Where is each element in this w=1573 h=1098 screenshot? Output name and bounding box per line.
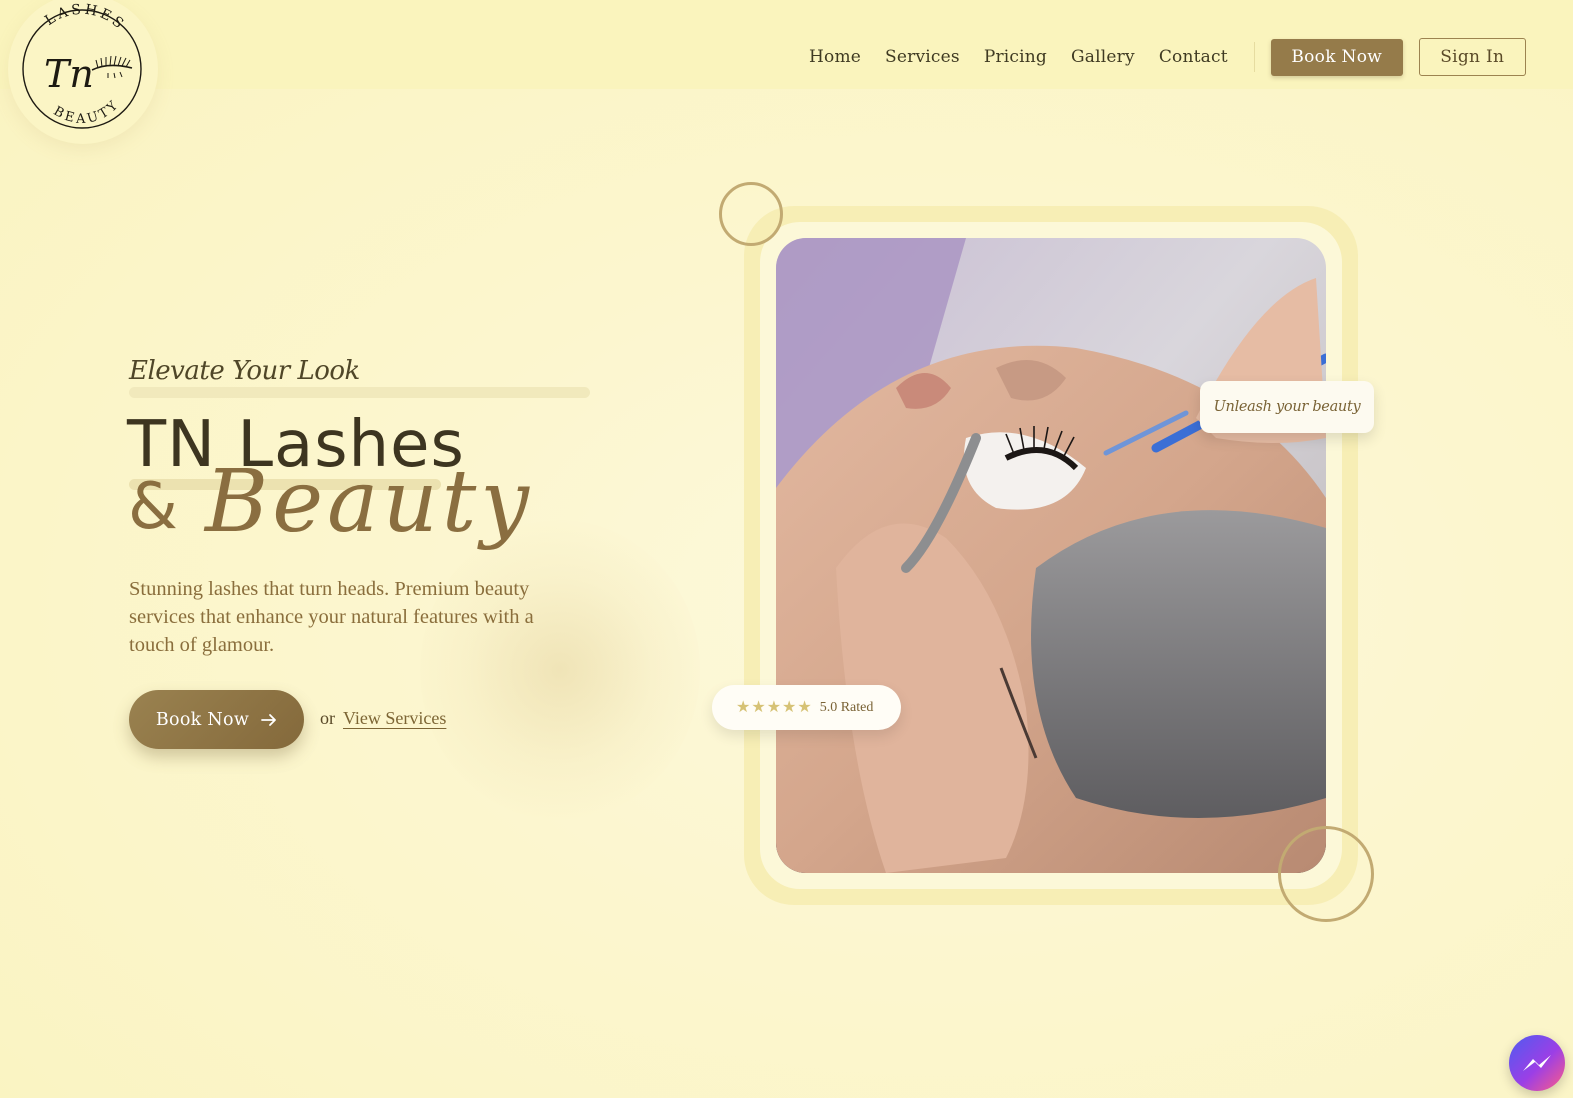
logo-emblem-icon: LASHES BEAUTY Tn bbox=[22, 2, 142, 129]
decorative-ring-bottom bbox=[1278, 826, 1374, 922]
logo-text-bottom: BEAUTY bbox=[51, 97, 123, 127]
rating-text: 5.0 Rated bbox=[819, 699, 874, 715]
messenger-chat-button[interactable] bbox=[1509, 1035, 1565, 1091]
nav-home[interactable]: Home bbox=[809, 47, 861, 67]
tagline-badge: Unleash your beauty bbox=[1200, 381, 1374, 433]
nav-book-now-button[interactable]: Book Now bbox=[1270, 38, 1403, 76]
star-icon: ★ bbox=[751, 698, 766, 716]
view-services-link[interactable]: View Services bbox=[343, 708, 446, 729]
hero-title-ampersand: & bbox=[128, 470, 178, 544]
or-separator: or bbox=[320, 708, 335, 728]
main-nav: Home Services Pricing Gallery Contact Bo… bbox=[800, 38, 1526, 76]
hero-title-script: Beauty bbox=[205, 452, 533, 552]
decorative-glow bbox=[420, 520, 700, 820]
hero-description: Stunning lashes that turn heads. Premium… bbox=[129, 578, 534, 656]
nav-contact[interactable]: Contact bbox=[1159, 47, 1228, 67]
messenger-icon bbox=[1523, 1055, 1551, 1071]
eyebrow-highlight bbox=[129, 387, 590, 398]
hero-book-now-button[interactable]: Book Now bbox=[129, 690, 304, 749]
nav-services[interactable]: Services bbox=[885, 47, 960, 67]
nav-gallery[interactable]: Gallery bbox=[1071, 47, 1135, 67]
hero-eyebrow: Elevate Your Look bbox=[129, 356, 360, 386]
hero-book-now-label: Book Now bbox=[155, 709, 250, 730]
star-icon: ★ bbox=[782, 698, 797, 716]
nav-divider bbox=[1253, 42, 1255, 72]
sign-in-button[interactable]: Sign In bbox=[1418, 38, 1526, 76]
nav-pricing[interactable]: Pricing bbox=[984, 47, 1047, 67]
decorative-ring-top bbox=[719, 182, 783, 246]
lash-treatment-image bbox=[776, 238, 1326, 873]
rating-stars: ★ ★ ★ ★ ★ bbox=[736, 698, 812, 716]
arrow-right-icon bbox=[261, 713, 277, 726]
brand-logo[interactable]: LASHES BEAUTY Tn bbox=[8, 0, 158, 144]
star-icon: ★ bbox=[766, 698, 782, 716]
hero-photo bbox=[776, 238, 1326, 873]
logo-monogram: Tn bbox=[44, 52, 94, 96]
rating-badge: ★ ★ ★ ★ ★ 5.0 Rated bbox=[712, 685, 901, 730]
logo-text-top: LASHES bbox=[42, 2, 128, 34]
star-icon: ★ bbox=[797, 698, 812, 716]
star-icon: ★ bbox=[736, 698, 751, 716]
